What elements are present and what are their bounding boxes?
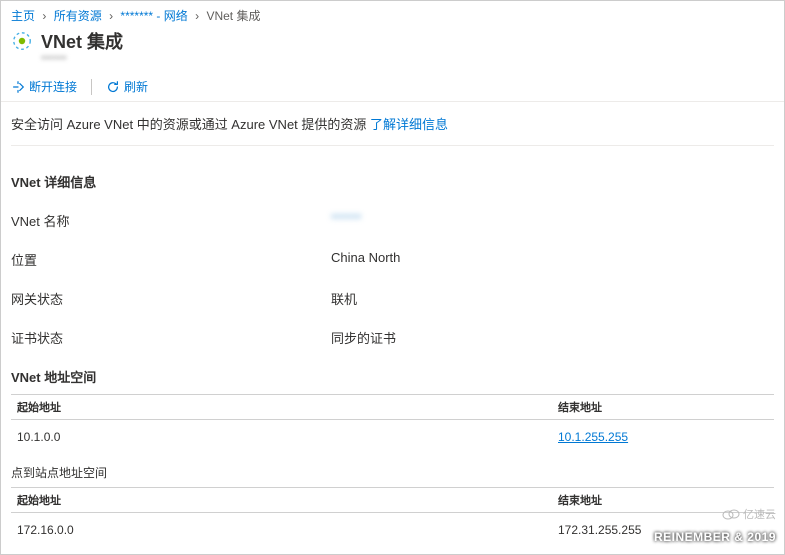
address-table-header: 起始地址 结束地址: [11, 394, 774, 420]
location-value: China North: [331, 250, 400, 269]
refresh-icon: [106, 80, 120, 94]
row-vnet-name: VNet 名称 ******: [11, 205, 774, 244]
address-table-row: 10.1.0.0 10.1.255.255: [11, 420, 774, 454]
watermark-logo: 亿速云: [722, 506, 776, 522]
refresh-button[interactable]: 刷新: [106, 78, 148, 95]
learn-more-link[interactable]: 了解详细信息: [370, 117, 448, 132]
breadcrumb-all-resources[interactable]: 所有资源: [54, 9, 102, 23]
cert-status-label: 证书状态: [11, 328, 331, 347]
chevron-right-icon: ›: [109, 9, 113, 23]
vnet-address-space-heading: VNet 地址空间: [11, 367, 774, 386]
end-address-link[interactable]: 10.1.255.255: [558, 430, 628, 444]
page-subtitle: ******: [41, 54, 123, 66]
row-cert-status: 证书状态 同步的证书: [11, 322, 774, 361]
refresh-label: 刷新: [124, 78, 148, 95]
toolbar: 断开连接 刷新: [1, 72, 784, 102]
breadcrumb: 主页 › 所有资源 › ******* - 网络 › VNet 集成: [1, 1, 784, 28]
vnet-name-label: VNet 名称: [11, 211, 331, 230]
chevron-right-icon: ›: [42, 9, 46, 23]
row-location: 位置 China North: [11, 244, 774, 283]
vnet-details-heading: VNet 详细信息: [11, 172, 774, 191]
vnet-integration-icon: [11, 30, 33, 52]
breadcrumb-current: VNet 集成: [206, 9, 260, 23]
divider-line: [11, 145, 774, 146]
row-gateway-status: 网关状态 联机: [11, 283, 774, 322]
col-end-address: 结束地址: [558, 399, 768, 415]
p2s-table-header: 起始地址 结束地址: [11, 487, 774, 513]
gateway-status-label: 网关状态: [11, 289, 331, 308]
col-start-address: 起始地址: [17, 399, 558, 415]
disconnect-button[interactable]: 断开连接: [11, 78, 77, 95]
toolbar-divider: [91, 79, 92, 95]
breadcrumb-home[interactable]: 主页: [11, 9, 35, 23]
intro-text: 安全访问 Azure VNet 中的资源或通过 Azure VNet 提供的资源…: [11, 114, 774, 141]
p2s-heading: 点到站点地址空间: [11, 454, 774, 487]
page-header: VNet 集成 ******: [1, 28, 784, 72]
location-label: 位置: [11, 250, 331, 269]
p2s-col-start: 起始地址: [17, 492, 558, 508]
disconnect-label: 断开连接: [29, 78, 77, 95]
start-address-value: 10.1.0.0: [17, 430, 558, 444]
gateway-status-value: 联机: [331, 289, 357, 308]
cert-status-value: 同步的证书: [331, 328, 396, 347]
p2s-start-value: 172.16.0.0: [17, 523, 558, 537]
page-title: VNet 集成: [41, 28, 123, 54]
watermark-logo-text: 亿速云: [743, 506, 776, 522]
intro-body: 安全访问 Azure VNet 中的资源或通过 Azure VNet 提供的资源: [11, 117, 370, 132]
watermark-text: REINEMBER & 2019: [654, 530, 776, 544]
vnet-name-value: ******: [331, 211, 361, 230]
disconnect-icon: [11, 80, 25, 94]
chevron-right-icon: ›: [195, 9, 199, 23]
breadcrumb-resource[interactable]: ******* - 网络: [120, 9, 187, 23]
